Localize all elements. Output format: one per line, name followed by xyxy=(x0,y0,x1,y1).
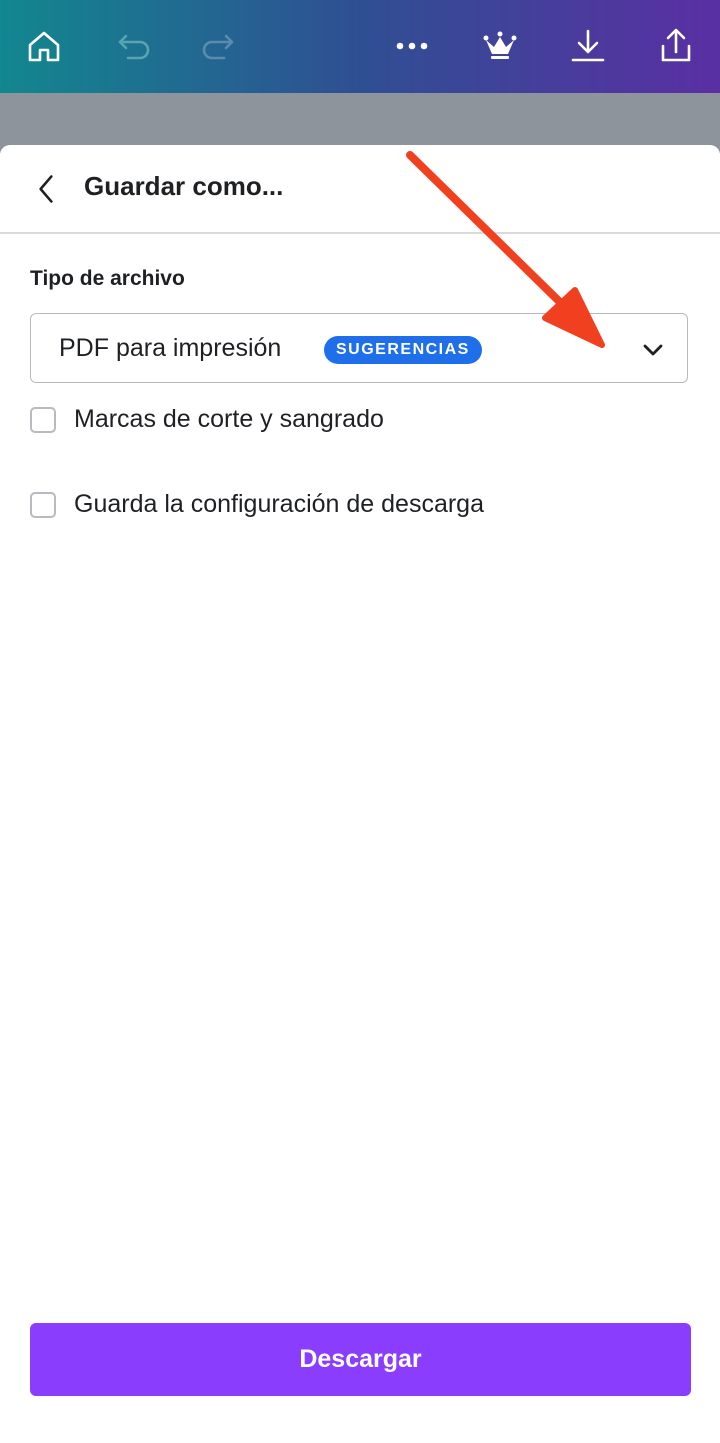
chevron-down-icon xyxy=(643,344,663,356)
home-icon[interactable] xyxy=(22,24,66,68)
save-settings-option[interactable]: Guarda la configuración de descarga xyxy=(30,490,484,519)
chevron-left-icon xyxy=(39,175,53,203)
save-as-sheet: Guardar como... Tipo de archivo PDF para… xyxy=(0,145,720,1443)
file-type-label: Tipo de archivo xyxy=(30,267,185,290)
suggestions-badge: SUGERENCIAS xyxy=(324,336,482,364)
crop-marks-option[interactable]: Marcas de corte y sangrado xyxy=(30,405,384,434)
top-toolbar xyxy=(0,0,720,93)
crop-marks-label: Marcas de corte y sangrado xyxy=(74,405,384,433)
sheet-title: Guardar como... xyxy=(84,171,284,201)
canvas-backdrop xyxy=(0,93,720,153)
crown-icon[interactable] xyxy=(478,24,522,68)
file-type-select[interactable]: PDF para impresión SUGERENCIAS xyxy=(30,313,688,383)
sheet-header: Guardar como... xyxy=(0,145,720,234)
share-icon[interactable] xyxy=(654,24,698,68)
download-icon[interactable] xyxy=(566,24,610,68)
more-icon[interactable] xyxy=(390,24,434,68)
save-settings-checkbox[interactable] xyxy=(30,491,56,518)
save-settings-label: Guarda la configuración de descarga xyxy=(74,490,484,518)
file-type-value: PDF para impresión xyxy=(59,334,282,362)
undo-icon[interactable] xyxy=(112,24,156,68)
crop-marks-checkbox[interactable] xyxy=(30,406,56,433)
redo-icon[interactable] xyxy=(196,24,240,68)
back-button[interactable] xyxy=(26,167,66,211)
download-button[interactable]: Descargar xyxy=(30,1323,691,1396)
